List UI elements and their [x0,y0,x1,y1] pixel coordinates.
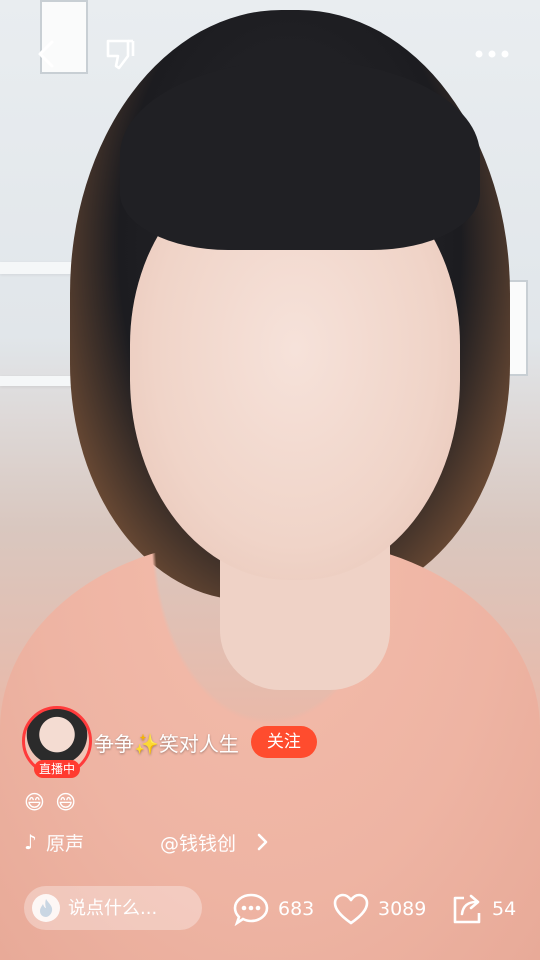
share-icon [450,892,484,926]
music-info[interactable]: ♪ 原声 @钱钱创 [24,826,268,858]
dislike-button[interactable] [98,32,142,76]
chevron-right-icon [256,833,268,851]
back-arrow-icon [34,39,58,69]
video-background[interactable] [0,0,540,960]
heart-icon [332,892,370,926]
comments-count: 683 [278,898,315,920]
more-button[interactable] [468,32,516,76]
flame-icon [32,894,60,922]
wall-shelf [0,262,80,274]
wall-shelf [0,376,80,386]
comments-button[interactable]: 683 [232,888,314,930]
comment-input-box[interactable] [24,886,202,930]
music-author: @钱钱创 [160,832,237,855]
music-name: 原声 [46,832,85,855]
music-note-icon: ♪ [24,830,37,854]
follow-button[interactable]: 关注 [250,726,317,758]
video-caption: 😄 😄 [24,790,79,814]
comment-input[interactable] [66,896,200,920]
anchor-info: 直播中 争争✨笑对人生 关注 [22,704,317,780]
anchor-name[interactable]: 争争✨笑对人生 [94,728,239,757]
likes-count: 3089 [378,898,427,920]
top-bar [0,0,540,110]
back-button[interactable] [24,32,68,76]
shares-count: 54 [492,898,517,920]
like-button[interactable]: 3089 [332,888,426,930]
comment-bubble-icon [232,892,270,926]
more-dots-icon [474,49,510,59]
avatar-live[interactable]: 直播中 [22,706,94,778]
share-button[interactable]: 54 [450,888,516,930]
live-badge: 直播中 [34,760,81,778]
thumbs-down-icon [103,37,137,71]
